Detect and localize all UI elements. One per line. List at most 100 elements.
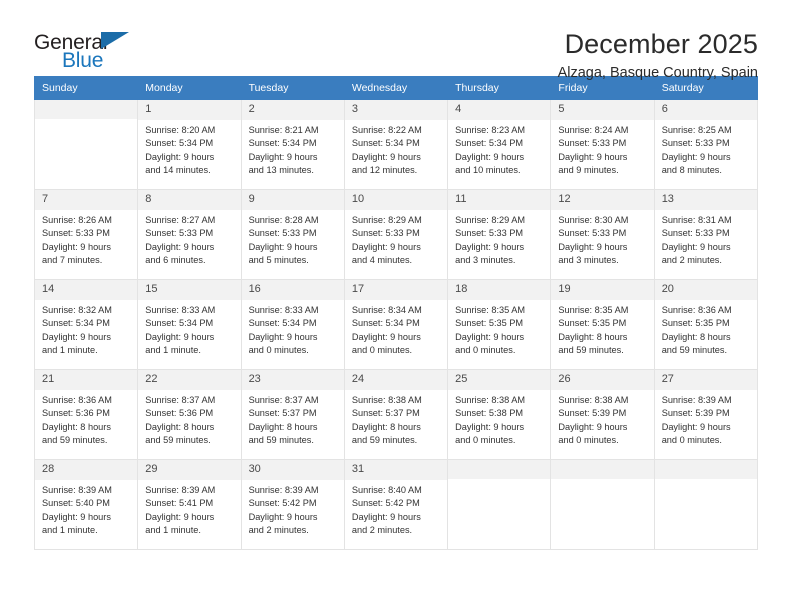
- day-details: Sunrise: 8:38 AM Sunset: 5:38 PM Daylight:…: [448, 390, 550, 448]
- day-details: Sunrise: 8:33 AM Sunset: 5:34 PM Daylight:…: [138, 300, 240, 358]
- calendar-day-cell[interactable]: 31 Sunrise: 8:40 AM Sunset: 5:42 PM Dayligh…: [343, 459, 449, 550]
- calendar-day-cell[interactable]: 11 Sunrise: 8:29 AM Sunset: 5:33 PM Dayligh…: [447, 189, 552, 280]
- calendar-week-row: 7 Sunrise: 8:26 AM Sunset: 5:33 PM Daylight…: [33, 189, 759, 280]
- sunset-time: Sunset: 5:38 PM: [455, 408, 524, 419]
- daylight-duration-line1: Daylight: 8 hours: [351, 421, 421, 432]
- sunrise-time: Sunrise: 8:39 AM: [145, 484, 216, 495]
- day-number: [551, 460, 654, 479]
- calendar-body: 1 Sunrise: 8:20 AM Sunset: 5:34 PM Daylight…: [33, 99, 759, 550]
- sunrise-time: Sunrise: 8:36 AM: [661, 304, 732, 315]
- daylight-duration-line1: Daylight: 8 hours: [248, 421, 318, 432]
- calendar-day-cell[interactable]: 1 Sunrise: 8:20 AM Sunset: 5:34 PM Daylight…: [137, 99, 242, 190]
- calendar-day-cell[interactable]: 4 Sunrise: 8:23 AM Sunset: 5:34 PM Daylight…: [447, 99, 552, 190]
- sunrise-time: Sunrise: 8:24 AM: [558, 124, 629, 135]
- daylight-duration-line2: and 14 minutes.: [145, 165, 211, 176]
- calendar-cell-empty: [33, 99, 139, 190]
- calendar-day-cell[interactable]: 19 Sunrise: 8:35 AM Sunset: 5:35 PM Dayligh…: [550, 279, 655, 370]
- calendar-day-cell[interactable]: 12 Sunrise: 8:30 AM Sunset: 5:33 PM Dayligh…: [550, 189, 655, 280]
- sunrise-time: Sunrise: 8:39 AM: [248, 484, 319, 495]
- sunrise-time: Sunrise: 8:34 AM: [351, 304, 422, 315]
- daylight-duration-line1: Daylight: 9 hours: [661, 151, 731, 162]
- day-number: 9: [241, 190, 344, 210]
- daylight-duration-line2: and 3 minutes.: [558, 255, 619, 266]
- sunset-time: Sunset: 5:33 PM: [558, 138, 627, 149]
- sunset-time: Sunset: 5:33 PM: [145, 228, 214, 239]
- day-number: 20: [654, 280, 757, 300]
- sunset-time: Sunset: 5:34 PM: [42, 318, 110, 329]
- daylight-duration-line1: Daylight: 8 hours: [661, 331, 731, 342]
- day-number: 26: [551, 370, 654, 390]
- calendar-day-cell[interactable]: 14 Sunrise: 8:32 AM Sunset: 5:34 PM Dayligh…: [33, 279, 139, 370]
- daylight-duration-line2: and 7 minutes.: [42, 255, 103, 266]
- calendar-day-cell[interactable]: 28 Sunrise: 8:39 AM Sunset: 5:40 PM Dayligh…: [33, 459, 139, 550]
- day-details: Sunrise: 8:31 AM Sunset: 5:33 PM Daylight:…: [655, 210, 757, 268]
- daylight-duration-line1: Daylight: 8 hours: [558, 331, 628, 342]
- calendar-day-cell[interactable]: 26 Sunrise: 8:38 AM Sunset: 5:39 PM Dayligh…: [550, 369, 655, 460]
- day-details: Sunrise: 8:40 AM Sunset: 5:42 PM Daylight:…: [345, 480, 447, 538]
- daylight-duration-line1: Daylight: 9 hours: [558, 241, 628, 252]
- calendar-day-cell[interactable]: 29 Sunrise: 8:39 AM Sunset: 5:41 PM Dayligh…: [137, 459, 242, 550]
- day-number: [448, 460, 551, 479]
- day-number: 10: [344, 190, 448, 210]
- calendar-day-cell[interactable]: 17 Sunrise: 8:34 AM Sunset: 5:34 PM Dayligh…: [343, 279, 449, 370]
- calendar-week-row: 14 Sunrise: 8:32 AM Sunset: 5:34 PM Dayligh…: [33, 279, 759, 370]
- calendar-day-cell[interactable]: 6 Sunrise: 8:25 AM Sunset: 5:33 PM Daylight…: [653, 99, 759, 190]
- calendar-day-cell[interactable]: 23 Sunrise: 8:37 AM Sunset: 5:37 PM Dayligh…: [240, 369, 345, 460]
- calendar-day-cell[interactable]: 20 Sunrise: 8:36 AM Sunset: 5:35 PM Dayligh…: [653, 279, 759, 370]
- calendar-day-cell[interactable]: 27 Sunrise: 8:39 AM Sunset: 5:39 PM Dayligh…: [653, 369, 759, 460]
- sunset-time: Sunset: 5:37 PM: [351, 408, 420, 419]
- daylight-duration-line2: and 59 minutes.: [351, 435, 418, 446]
- calendar-day-cell[interactable]: 8 Sunrise: 8:27 AM Sunset: 5:33 PM Daylight…: [137, 189, 242, 280]
- calendar-day-cell[interactable]: 13 Sunrise: 8:31 AM Sunset: 5:33 PM Dayligh…: [653, 189, 759, 280]
- weekday-header-tuesday: Tuesday: [240, 76, 345, 100]
- sunrise-time: Sunrise: 8:29 AM: [455, 214, 526, 225]
- day-details: Sunrise: 8:38 AM Sunset: 5:37 PM Daylight:…: [345, 390, 447, 448]
- page-header: General Blue December 2025 Alzaga, Basqu…: [34, 0, 758, 82]
- sunrise-time: Sunrise: 8:40 AM: [351, 484, 422, 495]
- sunset-time: Sunset: 5:34 PM: [351, 138, 420, 149]
- daylight-duration-line1: Daylight: 9 hours: [455, 241, 525, 252]
- daylight-duration-line1: Daylight: 9 hours: [351, 331, 421, 342]
- daylight-duration-line2: and 59 minutes.: [248, 435, 314, 446]
- daylight-duration-line2: and 5 minutes.: [248, 255, 309, 266]
- calendar-day-cell[interactable]: 21 Sunrise: 8:36 AM Sunset: 5:36 PM Dayligh…: [33, 369, 139, 460]
- general-blue-logo[interactable]: General Blue: [34, 30, 144, 76]
- calendar-day-cell[interactable]: 16 Sunrise: 8:33 AM Sunset: 5:34 PM Dayligh…: [240, 279, 345, 370]
- daylight-duration-line1: Daylight: 9 hours: [558, 421, 628, 432]
- day-number: 15: [138, 280, 241, 300]
- calendar-day-cell[interactable]: 30 Sunrise: 8:39 AM Sunset: 5:42 PM Dayligh…: [240, 459, 345, 550]
- calendar-day-cell[interactable]: 18 Sunrise: 8:35 AM Sunset: 5:35 PM Dayligh…: [447, 279, 552, 370]
- daylight-duration-line2: and 1 minute.: [145, 345, 201, 356]
- calendar-day-cell[interactable]: 25 Sunrise: 8:38 AM Sunset: 5:38 PM Dayligh…: [447, 369, 552, 460]
- day-number: 30: [241, 460, 344, 480]
- calendar-day-cell[interactable]: 5 Sunrise: 8:24 AM Sunset: 5:33 PM Daylight…: [550, 99, 655, 190]
- daylight-duration-line1: Daylight: 9 hours: [248, 241, 318, 252]
- sunrise-time: Sunrise: 8:37 AM: [248, 394, 319, 405]
- daylight-duration-line2: and 13 minutes.: [248, 165, 314, 176]
- calendar-day-cell[interactable]: 22 Sunrise: 8:37 AM Sunset: 5:36 PM Dayligh…: [137, 369, 242, 460]
- calendar-day-cell[interactable]: 3 Sunrise: 8:22 AM Sunset: 5:34 PM Daylight…: [343, 99, 449, 190]
- daylight-duration-line2: and 0 minutes.: [248, 345, 309, 356]
- daylight-duration-line2: and 8 minutes.: [661, 165, 722, 176]
- calendar-day-cell[interactable]: 24 Sunrise: 8:38 AM Sunset: 5:37 PM Dayligh…: [343, 369, 449, 460]
- sunrise-sunset-calendar: Sunday Monday Tuesday Wednesday Thursday Frid…: [33, 76, 759, 550]
- day-details: Sunrise: 8:36 AM Sunset: 5:36 PM Daylight:…: [35, 390, 137, 448]
- daylight-duration-line1: Daylight: 9 hours: [661, 421, 731, 432]
- weekday-header-thursday: Thursday: [447, 76, 552, 100]
- daylight-duration-line1: Daylight: 9 hours: [42, 511, 111, 522]
- calendar-day-cell[interactable]: 15 Sunrise: 8:33 AM Sunset: 5:34 PM Dayligh…: [137, 279, 242, 370]
- calendar-day-cell[interactable]: 2 Sunrise: 8:21 AM Sunset: 5:34 PM Daylight…: [240, 99, 345, 190]
- day-number: 8: [138, 190, 241, 210]
- calendar-page: General Blue December 2025 Alzaga, Basqu…: [0, 0, 792, 612]
- day-details: Sunrise: 8:39 AM Sunset: 5:40 PM Daylight:…: [35, 480, 137, 538]
- sunset-time: Sunset: 5:33 PM: [455, 228, 524, 239]
- sunrise-time: Sunrise: 8:22 AM: [351, 124, 422, 135]
- triangle-icon: [101, 32, 129, 49]
- calendar-day-cell[interactable]: 9 Sunrise: 8:28 AM Sunset: 5:33 PM Daylight…: [240, 189, 345, 280]
- calendar-day-cell[interactable]: 10 Sunrise: 8:29 AM Sunset: 5:33 PM Dayligh…: [343, 189, 449, 280]
- calendar-cell-empty: [550, 459, 655, 550]
- calendar-day-cell[interactable]: 7 Sunrise: 8:26 AM Sunset: 5:33 PM Daylight…: [33, 189, 139, 280]
- sunset-time: Sunset: 5:35 PM: [558, 318, 627, 329]
- daylight-duration-line2: and 9 minutes.: [558, 165, 619, 176]
- daylight-duration-line1: Daylight: 8 hours: [42, 421, 111, 432]
